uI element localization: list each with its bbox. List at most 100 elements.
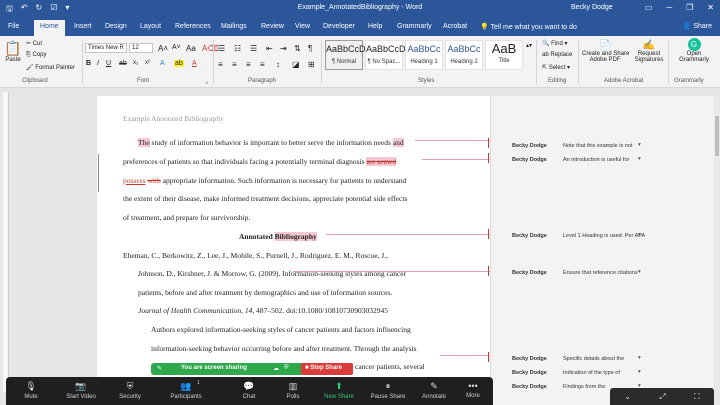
style-title[interactable]: AaB Title: [485, 40, 523, 70]
tab-insert[interactable]: Insert: [74, 23, 92, 30]
tab-review[interactable]: Review: [261, 23, 284, 30]
style-no-spacing[interactable]: AaBbCcD ¶ No Spac...: [365, 40, 406, 70]
multilevel-list-icon[interactable]: ☰: [250, 44, 257, 53]
chevron-down-icon[interactable]: ⌄: [624, 392, 631, 401]
line-spacing-icon[interactable]: ↕: [276, 60, 280, 69]
justify-icon[interactable]: ≡: [260, 60, 265, 69]
strikethrough-icon[interactable]: ab: [119, 60, 127, 67]
sort-icon[interactable]: ⇅: [294, 44, 301, 53]
comment-text: Indication of the type of: [563, 370, 620, 376]
annotate-button[interactable]: ✎ Annotate: [416, 377, 452, 405]
shrink-font-icon[interactable]: A˅: [172, 44, 181, 51]
shield-icon[interactable]: ⛨: [284, 365, 289, 372]
close-icon[interactable]: ✕: [707, 3, 714, 12]
vertical-scrollbar[interactable]: [714, 96, 720, 405]
copy-button[interactable]: ⎘ Copy: [26, 52, 47, 59]
find-button[interactable]: 🔍 Find ▾: [542, 40, 568, 47]
borders-icon[interactable]: ⊞: [308, 60, 315, 69]
tab-home[interactable]: Home: [34, 20, 65, 36]
tab-developer[interactable]: Developer: [323, 23, 355, 30]
comment-expand-icon[interactable]: ▾: [638, 369, 641, 375]
grow-font-icon[interactable]: A˄: [158, 44, 168, 53]
scrollbar-thumb[interactable]: [715, 116, 719, 156]
tab-grammarly[interactable]: Grammarly: [397, 23, 432, 30]
user-name[interactable]: Becky Dodge: [571, 4, 613, 11]
align-center-icon[interactable]: ≡: [232, 60, 237, 69]
pause-share-button[interactable]: ⏸ Pause Share: [366, 377, 410, 405]
pause-share-label: Pause Share: [370, 394, 406, 400]
tab-file[interactable]: File: [8, 23, 19, 30]
reference-line: Journal of Health Communication, 14, 487…: [138, 306, 388, 315]
font-color-icon[interactable]: A: [192, 60, 197, 67]
tab-references[interactable]: References: [175, 23, 211, 30]
tab-view[interactable]: View: [295, 23, 310, 30]
format-painter-button[interactable]: 🖌 Format Painter: [26, 64, 75, 71]
highlight-icon[interactable]: ab: [174, 60, 184, 67]
share-button[interactable]: 👤 Share: [683, 22, 712, 30]
more-button[interactable]: ••• More: [458, 377, 488, 405]
create-share-pdf-button[interactable]: 📄 Create and Share Adobe PDF: [582, 40, 629, 63]
superscript-icon[interactable]: x²: [145, 60, 150, 66]
underline-icon[interactable]: U: [106, 60, 111, 67]
replace-icon: ab: [542, 52, 549, 58]
cut-button[interactable]: ✂ Cut: [26, 40, 42, 47]
comment-expand-icon[interactable]: ▾: [638, 355, 641, 361]
new-share-button[interactable]: ⬆ New Share: [318, 377, 360, 405]
comment-expand-icon[interactable]: ▾: [638, 142, 641, 148]
paste-button[interactable]: 📋 Paste: [4, 40, 22, 63]
tell-me-box[interactable]: 💡 Tell me what you want to do: [480, 23, 577, 31]
participants-button[interactable]: 👥 Participants: [158, 377, 214, 405]
chat-button[interactable]: 💬 Chat: [234, 377, 264, 405]
vertical-ruler: [3, 92, 9, 392]
open-grammarly-button[interactable]: G Open Grammarly: [672, 38, 716, 63]
stop-share-label: Stop Share: [310, 365, 342, 371]
numbering-icon[interactable]: ☷: [234, 44, 241, 53]
fullscreen-icon[interactable]: ⛶: [694, 392, 700, 402]
clear-format-icon[interactable]: A⌫: [202, 44, 219, 53]
cloud-icon[interactable]: ☁: [273, 365, 279, 372]
font-size-combo[interactable]: 12: [129, 43, 153, 53]
align-left-icon[interactable]: ≡: [218, 60, 223, 69]
minimize-icon[interactable]: ─: [666, 3, 672, 12]
bold-icon[interactable]: B: [86, 60, 91, 67]
request-signatures-button[interactable]: ✍ Request Signatures: [632, 40, 666, 63]
tab-layout[interactable]: Layout: [140, 23, 161, 30]
paragraph-line: preferences of patients so that individu…: [123, 157, 397, 166]
text-effects-icon[interactable]: A: [160, 60, 165, 67]
increase-indent-icon[interactable]: ⇥: [280, 44, 287, 53]
style-heading-1[interactable]: AaBbCc Heading 1: [405, 40, 443, 70]
styles-scroll-icon[interactable]: ▴▾: [526, 42, 532, 49]
stop-share-button[interactable]: ■ Stop Share: [301, 363, 353, 375]
font-name-combo[interactable]: Times New R: [85, 43, 127, 53]
restore-icon[interactable]: ❐: [686, 3, 693, 12]
replace-button[interactable]: ab Replace: [542, 52, 572, 58]
polls-button[interactable]: ▥ Polls: [278, 377, 308, 405]
align-right-icon[interactable]: ≡: [246, 60, 251, 69]
ribbon-tabs: File Home Insert Design Layout Reference…: [0, 18, 720, 36]
security-button[interactable]: ⛨ Security: [110, 377, 150, 405]
mute-button[interactable]: 🎙 Mute: [14, 377, 48, 405]
font-launcher-icon[interactable]: ⌟: [205, 78, 208, 85]
style-normal[interactable]: AaBbCcD ¶ Normal: [325, 40, 366, 70]
show-marks-icon[interactable]: ¶: [308, 44, 312, 53]
tab-design[interactable]: Design: [105, 23, 127, 30]
change-case-icon[interactable]: Aa: [186, 44, 196, 53]
style-heading-2[interactable]: AaBbCc Heading 2: [445, 40, 483, 70]
expand-icon[interactable]: ⤢: [659, 392, 665, 402]
subscript-icon[interactable]: x₂: [133, 60, 138, 66]
comment-author: Becky Dodge: [512, 384, 547, 390]
italic-icon[interactable]: I: [97, 60, 99, 67]
start-video-button[interactable]: 📷 Start Video: [56, 377, 106, 405]
deleted-text: are armed: [366, 157, 397, 166]
comment-expand-icon[interactable]: ▾: [638, 232, 641, 238]
tab-acrobat[interactable]: Acrobat: [443, 23, 467, 30]
shading-icon[interactable]: ◪: [292, 60, 300, 69]
select-button[interactable]: ⇱ Select ▾: [542, 64, 570, 71]
tab-help[interactable]: Help: [368, 23, 382, 30]
bullets-icon[interactable]: ☰: [218, 44, 225, 53]
ribbon-display-icon[interactable]: ▭: [645, 3, 653, 12]
tab-mailings[interactable]: Mailings: [221, 23, 247, 30]
decrease-indent-icon[interactable]: ⇤: [266, 44, 273, 53]
comment-expand-icon[interactable]: ▾: [638, 156, 641, 162]
comment-expand-icon[interactable]: ▾: [638, 269, 641, 275]
